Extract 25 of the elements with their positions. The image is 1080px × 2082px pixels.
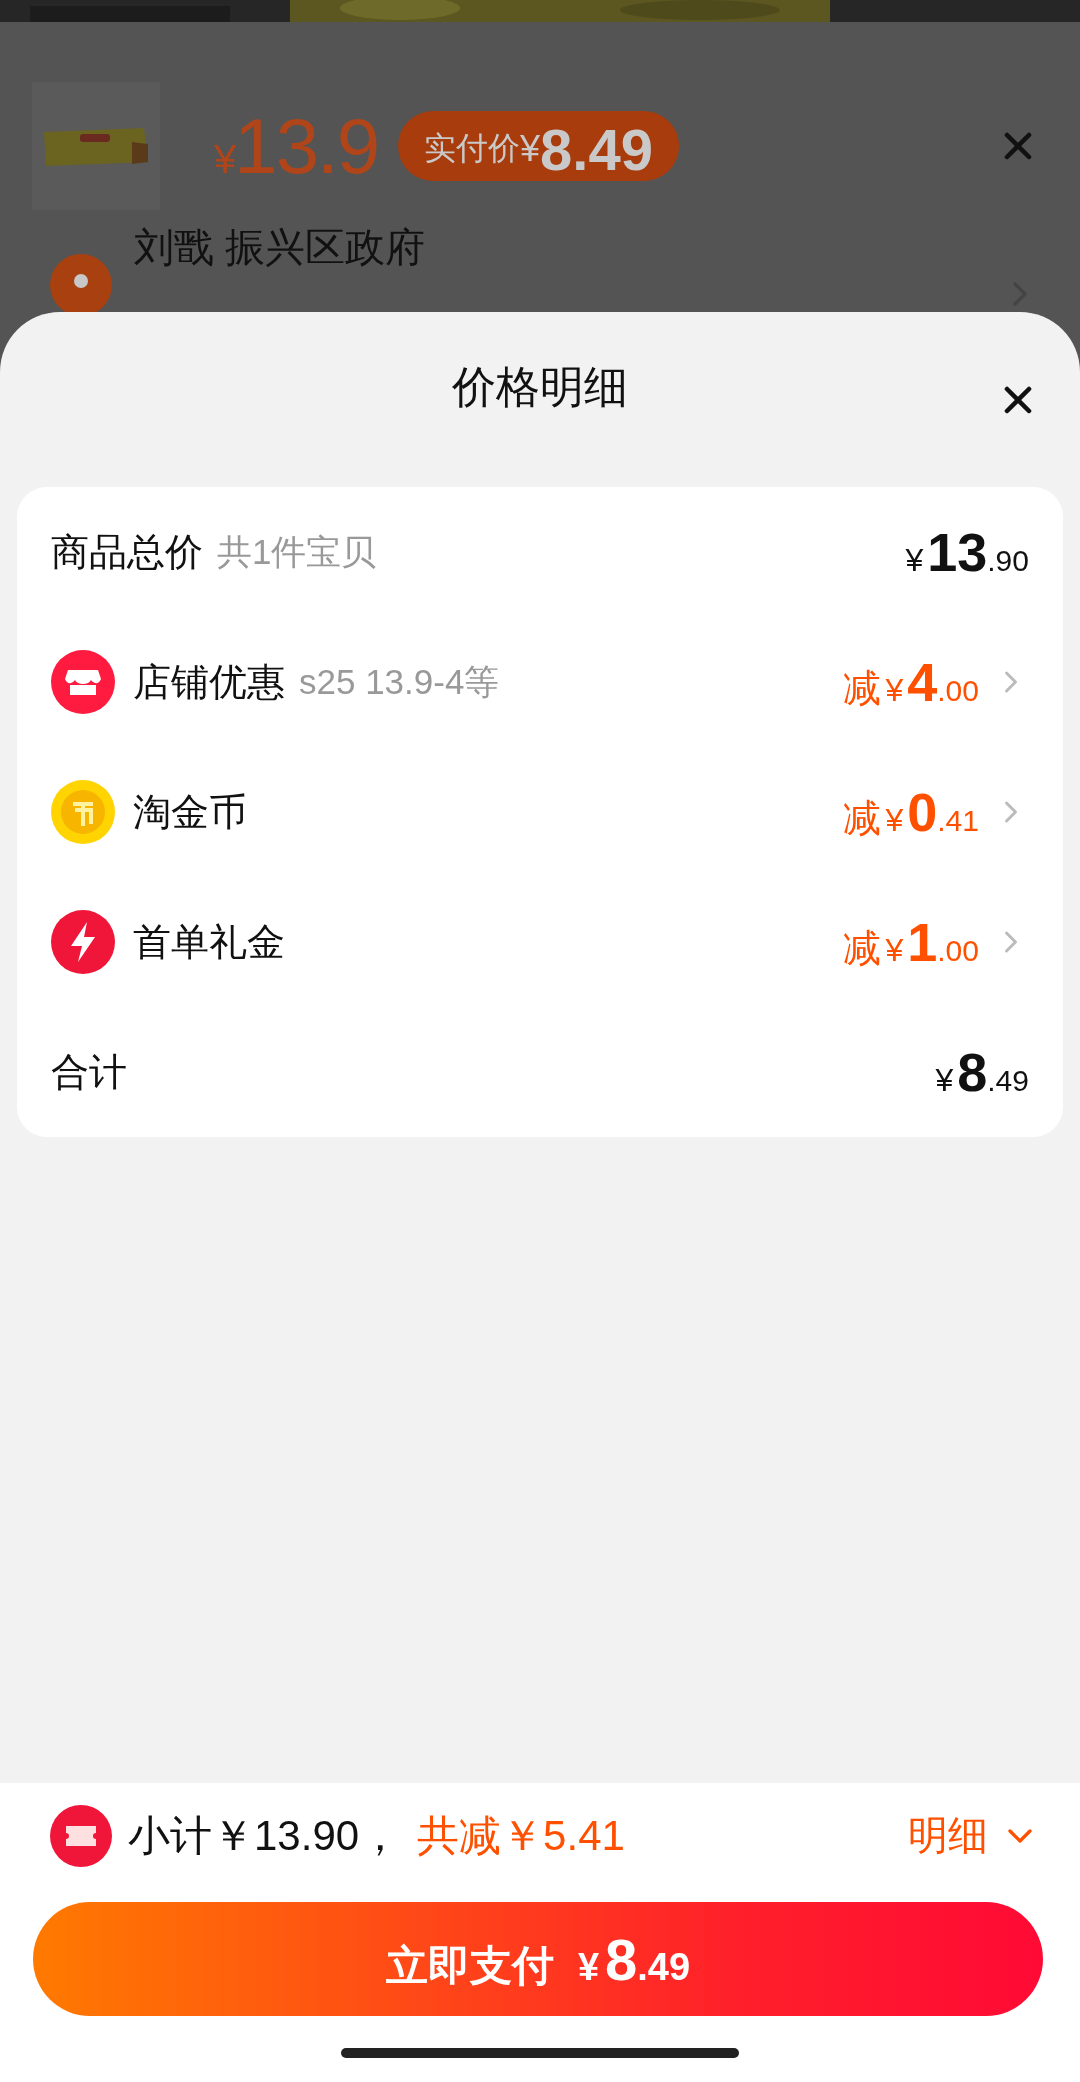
address-text: 刘戬 振兴区政府 (134, 224, 426, 271)
price: ¥13.90 (905, 521, 1029, 583)
sheet-title: 价格明细 (452, 361, 628, 413)
row-note: 共1件宝贝 (217, 530, 377, 573)
price: ¥8.49 (935, 1041, 1029, 1103)
row-label: 淘金币 (133, 789, 247, 835)
ticket-icon (50, 1804, 112, 1867)
location-pin-icon (50, 254, 112, 312)
saving-text: 共减￥5.41 (417, 1810, 625, 1861)
store-icon (51, 650, 115, 714)
coin-icon (51, 780, 115, 844)
product-price: ¥13.9 (214, 100, 379, 192)
price: 减¥0.41 (843, 780, 979, 844)
price: 减¥1.00 (843, 910, 979, 974)
pay-button[interactable]: 立即支付 ¥8.49 (33, 1902, 1043, 2016)
subtotal-text: 小计￥13.90， (128, 1810, 402, 1861)
paid-price-badge: 实付价¥8.49 (398, 111, 679, 181)
row-label: 商品总价 (51, 529, 203, 575)
lightning-icon (51, 910, 115, 974)
row-note: s25 13.9-4等 (299, 660, 500, 703)
detail-link[interactable]: 明细 (908, 1808, 1040, 1863)
row-label: 合计 (51, 1049, 127, 1095)
price: 减¥4.00 (843, 650, 979, 714)
row-label: 首单礼金 (133, 919, 285, 965)
row-label: 店铺优惠 (133, 659, 285, 705)
